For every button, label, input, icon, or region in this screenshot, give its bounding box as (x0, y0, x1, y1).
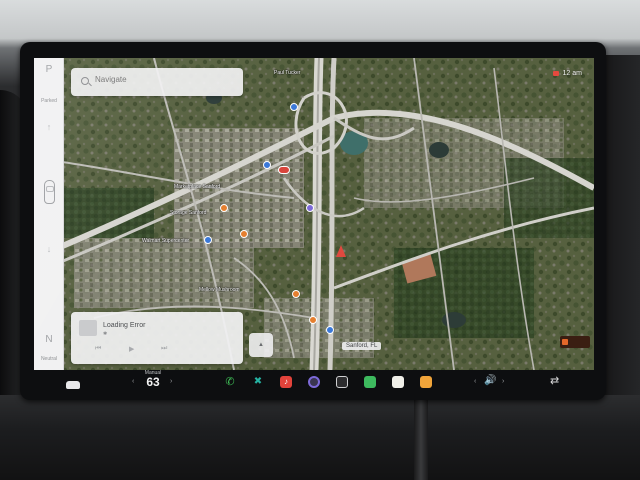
neutral-label: Neutral (40, 356, 58, 362)
poi-marker[interactable] (220, 204, 228, 212)
swap-icon[interactable]: ⇄ (550, 374, 559, 387)
poi-marker[interactable] (204, 236, 212, 244)
poi-marker[interactable] (290, 103, 298, 111)
map-label: Paul Tucker (274, 70, 301, 76)
poi-marker[interactable] (263, 161, 271, 169)
speaker-icon[interactable]: 🔊 (484, 375, 496, 386)
camera-icon[interactable] (308, 376, 320, 388)
media-player[interactable]: Loading Error ✱ ⏮ ▶ ⏭ (71, 312, 243, 364)
calendar-icon[interactable] (364, 376, 376, 388)
poi-marker[interactable] (309, 316, 317, 324)
dashcam-icon[interactable] (552, 71, 559, 76)
energy-icon[interactable] (420, 376, 432, 388)
dashboard-bottom (0, 395, 640, 480)
map-label: Storage Sanford (170, 210, 207, 216)
poi-marker[interactable] (278, 166, 290, 174)
car-controls-icon[interactable] (66, 381, 80, 389)
gear-neutral[interactable]: N (34, 334, 64, 345)
map-label: Mellow Mushroom (199, 287, 240, 293)
app-launcher-icon[interactable] (336, 376, 348, 388)
poi-marker[interactable] (240, 230, 248, 238)
status-bar: 12 am (552, 70, 582, 77)
poi-marker[interactable] (292, 290, 300, 298)
car-icon (44, 180, 55, 204)
map-provider-badge (560, 336, 590, 348)
map-label: Marketplace Sanford (174, 184, 221, 190)
gear-park[interactable]: P (34, 64, 64, 75)
navigation-arrow-icon (336, 245, 346, 257)
poi-marker[interactable] (326, 326, 334, 334)
steering-stalk (414, 400, 428, 480)
navigate-search-bar[interactable] (71, 68, 243, 96)
toybox-icon[interactable]: ✖ (252, 376, 264, 388)
map-label: Walmart Supercenter (142, 238, 190, 244)
bluetooth-icon: ✱ (103, 331, 108, 337)
bottom-dock: ‹ Manual 63 › ✆ ✖ ♪ ‹ 🔊 › ⇄ (34, 370, 594, 398)
search-input[interactable] (95, 75, 235, 84)
touchscreen: Paul Tucker Marketplace Sanford Storage … (34, 58, 594, 370)
up-arrow-icon: ↑ (46, 122, 52, 132)
parked-label: Parked (41, 98, 57, 104)
poi-marker[interactable] (306, 204, 314, 212)
gear-selector[interactable]: P Parked ↑ ↓ N Neutral (34, 58, 64, 370)
map-orientation-button[interactable]: ▲ (249, 333, 273, 357)
album-art (79, 320, 97, 336)
current-location-label: Sanford, FL (342, 342, 382, 350)
search-icon (81, 77, 89, 85)
prev-icon[interactable]: ⏮ (95, 345, 101, 353)
volume-up-icon[interactable]: › (502, 378, 504, 385)
next-icon[interactable]: ⏭ (161, 345, 167, 353)
temp-up-icon[interactable]: › (170, 378, 172, 385)
notes-icon[interactable] (392, 376, 404, 388)
phone-icon[interactable]: ✆ (224, 376, 236, 388)
play-icon[interactable]: ▶ (129, 345, 134, 353)
clock: 12 am (562, 70, 582, 77)
volume-down-icon[interactable]: ‹ (474, 378, 476, 385)
down-arrow-icon: ↓ (46, 244, 52, 254)
music-icon[interactable]: ♪ (280, 376, 292, 388)
media-title: Loading Error (103, 322, 146, 329)
